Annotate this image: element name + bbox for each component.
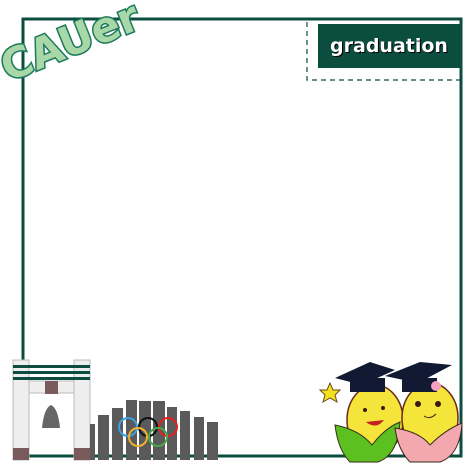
corn-mascots-illustration: [318, 362, 463, 463]
svg-text:CAUer: CAUer: [0, 0, 147, 91]
bell-gate-illustration: [12, 359, 91, 461]
photo-frame: CAUer: [0, 0, 463, 463]
star-icon: [318, 381, 342, 404]
bell-icon: [42, 405, 60, 428]
flower-icon: [431, 381, 441, 391]
cauer-logo: CAUer: [0, 0, 148, 93]
graduation-label: graduation: [318, 24, 460, 68]
